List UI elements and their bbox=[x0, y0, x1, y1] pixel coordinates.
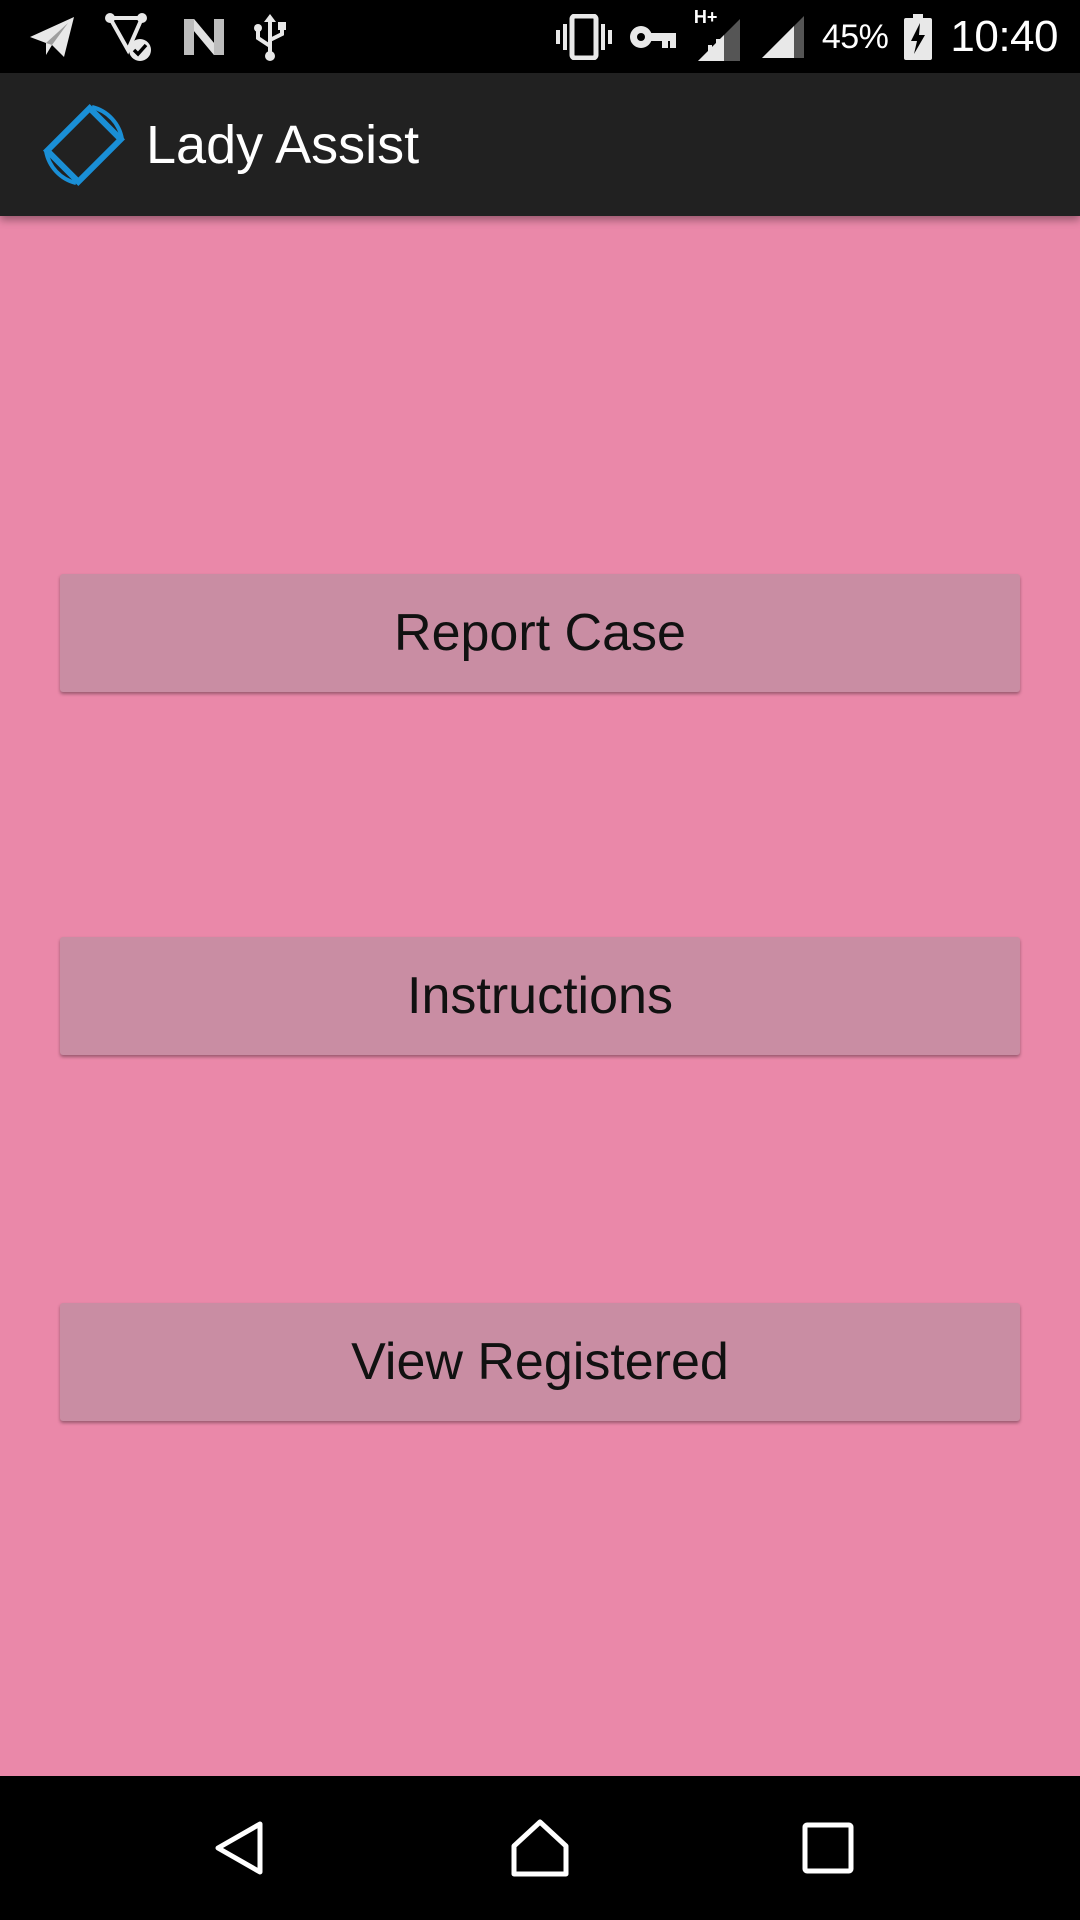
status-left-icons bbox=[28, 8, 288, 66]
back-button[interactable] bbox=[200, 1808, 280, 1888]
status-bar: H+ 45% 10:40 bbox=[0, 0, 1080, 73]
home-icon bbox=[511, 1819, 569, 1877]
usb-icon bbox=[254, 14, 286, 61]
clock: 10:40 bbox=[950, 12, 1058, 61]
location-check-icon bbox=[105, 13, 151, 61]
screen: H+ 45% 10:40 Lady Assist Report Case Ins… bbox=[0, 0, 1080, 1920]
signal-h-plus-icon: H+ bbox=[694, 7, 744, 63]
vpn-key-icon bbox=[629, 26, 676, 48]
signal-icon bbox=[761, 16, 804, 58]
instructions-button[interactable]: Instructions bbox=[60, 937, 1020, 1055]
home-button[interactable] bbox=[500, 1808, 580, 1888]
main-content: Report Case Instructions View Registered bbox=[0, 216, 1080, 1776]
recents-icon bbox=[802, 1822, 854, 1874]
screen-rotation-icon bbox=[42, 103, 126, 187]
send-icon bbox=[30, 17, 74, 57]
report-case-button[interactable]: Report Case bbox=[60, 574, 1020, 692]
navigation-bar bbox=[0, 1776, 1080, 1920]
app-bar: Lady Assist bbox=[0, 73, 1080, 216]
battery-charging-icon bbox=[904, 14, 933, 60]
recents-button[interactable] bbox=[788, 1808, 868, 1888]
battery-percent: 45% bbox=[821, 17, 889, 56]
status-right-icons: H+ 45% 10:40 bbox=[555, 7, 1058, 66]
view-registered-button[interactable]: View Registered bbox=[60, 1303, 1020, 1421]
vibrate-icon bbox=[555, 14, 612, 60]
app-title: Lady Assist bbox=[146, 115, 420, 175]
back-icon bbox=[215, 1821, 263, 1875]
n-logo-icon bbox=[184, 19, 224, 55]
